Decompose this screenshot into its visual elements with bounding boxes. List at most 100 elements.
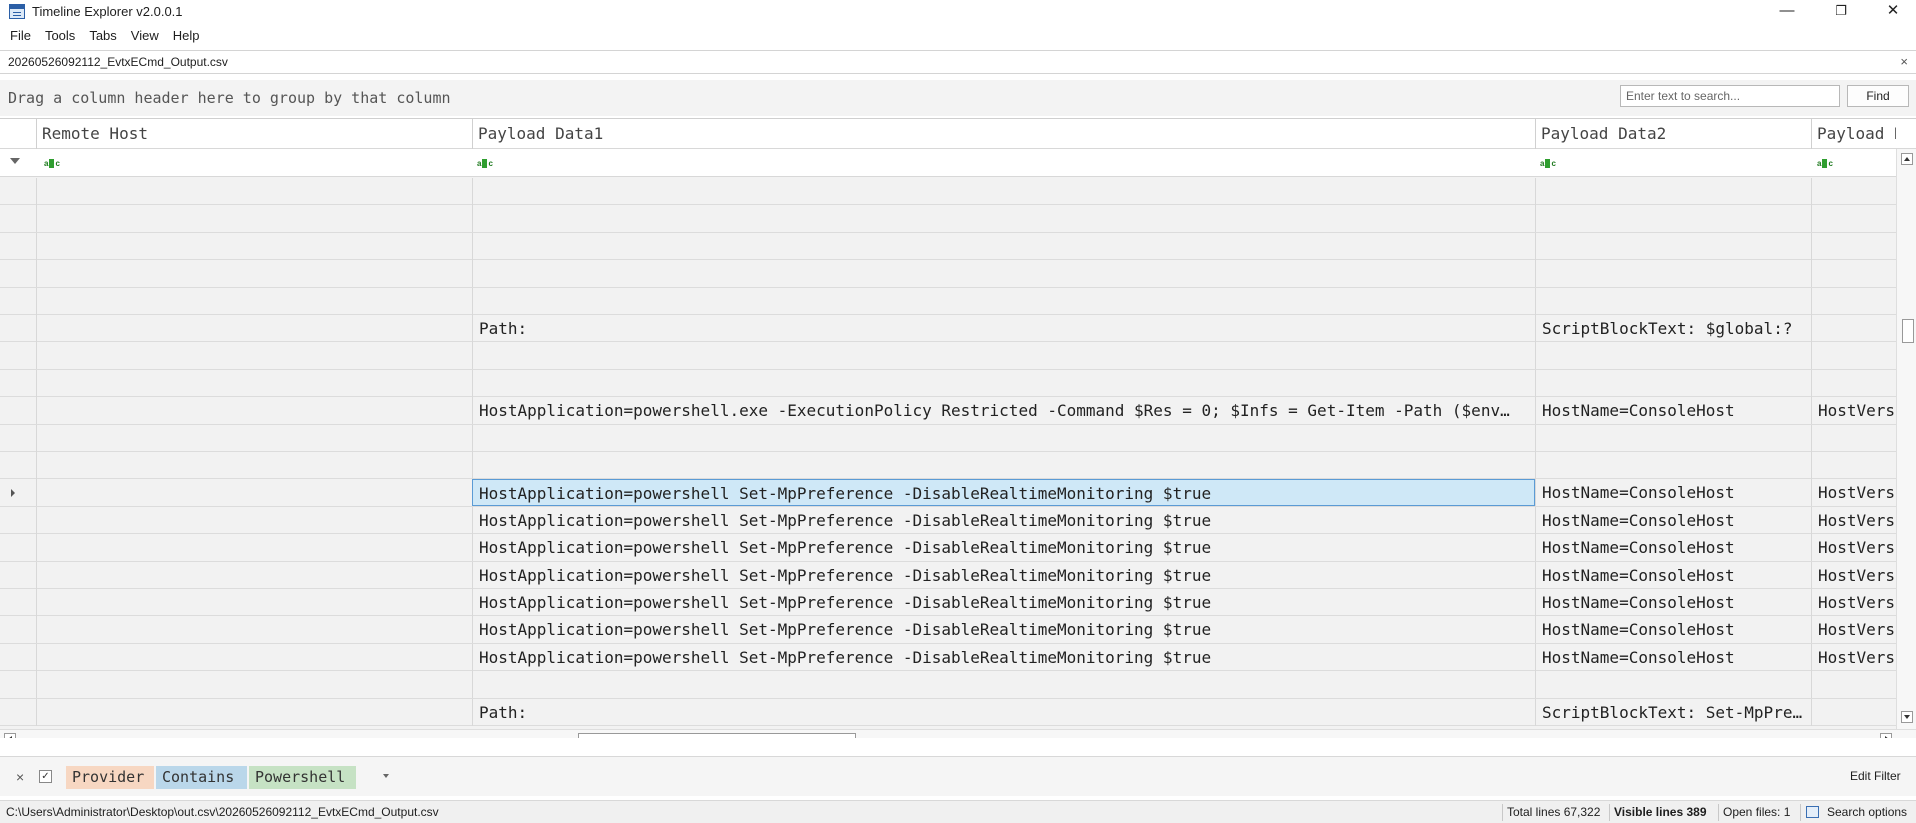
menu-help[interactable]: Help xyxy=(166,24,207,48)
table-row[interactable]: HostApplication=powershell Set-MpPrefere… xyxy=(0,534,1896,562)
abc-filter-icon[interactable]: ac xyxy=(44,158,62,169)
cell-payload-data1[interactable]: Path: xyxy=(472,315,1535,342)
file-tab-close-icon[interactable]: × xyxy=(1900,54,1908,69)
data-grid[interactable]: Remote Host Payload Data1 Payload Data2 … xyxy=(0,118,1916,738)
menu-view[interactable]: View xyxy=(124,24,166,48)
edit-filter-link[interactable]: Edit Filter xyxy=(1850,769,1901,783)
cell-payload-data1[interactable]: HostApplication=powershell.exe -Executio… xyxy=(472,397,1535,425)
table-row[interactable] xyxy=(0,452,1896,480)
search-options-icon[interactable] xyxy=(1806,806,1819,818)
filter-value-chip[interactable]: Powershell xyxy=(249,766,356,789)
row-indicator[interactable] xyxy=(0,342,30,369)
cell-payload-data3[interactable]: HostVers: xyxy=(1811,643,1896,671)
cell-payload-data3[interactable]: HostVers: xyxy=(1811,589,1896,616)
cell-remote-host[interactable] xyxy=(36,232,472,260)
scroll-right-icon[interactable] xyxy=(1880,733,1892,738)
cell-remote-host[interactable] xyxy=(36,342,472,370)
clear-filter-icon[interactable]: × xyxy=(16,769,24,785)
cell-payload-data3[interactable] xyxy=(1811,452,1896,479)
table-row[interactable]: HostApplication=powershell Set-MpPrefere… xyxy=(0,616,1896,644)
cell-payload-data3[interactable] xyxy=(1811,315,1896,342)
column-header-remote-host[interactable]: Remote Host xyxy=(36,119,472,149)
table-row[interactable]: Path: ScriptBlockText: $global:? xyxy=(0,315,1896,343)
cell-remote-host[interactable] xyxy=(36,561,472,589)
table-row[interactable] xyxy=(0,287,1896,315)
table-row[interactable]: HostApplication=powershell Set-MpPrefere… xyxy=(0,561,1896,589)
cell-remote-host[interactable] xyxy=(36,287,472,315)
row-indicator[interactable] xyxy=(0,507,30,534)
cell-payload-data1[interactable] xyxy=(472,342,1535,370)
abc-filter-icon[interactable]: ac xyxy=(1540,158,1558,169)
find-button[interactable]: Find xyxy=(1847,85,1909,107)
cell-remote-host[interactable] xyxy=(36,315,472,342)
cell-payload-data2[interactable]: HostName=ConsoleHost xyxy=(1535,561,1811,589)
row-indicator[interactable] xyxy=(0,315,30,342)
cell-payload-data2[interactable] xyxy=(1535,369,1811,397)
row-indicator[interactable] xyxy=(0,425,30,452)
cell-payload-data2[interactable]: ScriptBlockText: $global:? xyxy=(1535,315,1811,342)
cell-payload-data3[interactable] xyxy=(1811,424,1896,452)
abc-filter-icon[interactable]: ac xyxy=(477,158,495,169)
cell-payload-data1[interactable] xyxy=(472,178,1535,205)
table-row[interactable]: Path: ScriptBlockText: Set-MpPre… xyxy=(0,698,1896,726)
cell-payload-data3[interactable] xyxy=(1811,232,1896,260)
cell-payload-data1[interactable] xyxy=(472,232,1535,260)
horizontal-scrollbar[interactable] xyxy=(0,729,1916,738)
table-row[interactable]: HostApplication=powershell Set-MpPrefere… xyxy=(0,589,1896,617)
menu-tools[interactable]: Tools xyxy=(38,24,82,48)
cell-remote-host[interactable] xyxy=(36,205,472,233)
cell-remote-host[interactable] xyxy=(36,369,472,397)
cell-payload-data3[interactable] xyxy=(1811,369,1896,397)
cell-remote-host[interactable] xyxy=(36,260,472,288)
cell-payload-data1[interactable]: HostApplication=powershell Set-MpPrefere… xyxy=(472,561,1535,589)
cell-payload-data2[interactable]: HostName=ConsoleHost xyxy=(1535,643,1811,671)
table-row[interactable]: HostApplication=powershell Set-MpPrefere… xyxy=(0,643,1896,672)
search-options-button[interactable]: Search options xyxy=(1827,805,1907,819)
cell-payload-data1[interactable] xyxy=(472,205,1535,233)
cell-payload-data2[interactable] xyxy=(1535,452,1811,479)
cell-payload-data2[interactable]: HostName=ConsoleHost xyxy=(1535,589,1811,616)
row-indicator[interactable] xyxy=(0,288,30,315)
cell-remote-host[interactable] xyxy=(36,178,472,205)
table-row[interactable] xyxy=(0,232,1896,261)
cell-payload-data2[interactable] xyxy=(1535,205,1811,233)
cell-payload-data3[interactable] xyxy=(1811,178,1896,205)
row-indicator[interactable] xyxy=(0,205,30,232)
cell-remote-host[interactable] xyxy=(36,698,472,726)
cell-payload-data3[interactable]: HostVers: xyxy=(1811,479,1896,507)
vertical-scroll-thumb[interactable] xyxy=(1902,319,1914,343)
row-indicator[interactable] xyxy=(0,233,30,260)
table-row[interactable] xyxy=(0,369,1896,398)
menu-file[interactable]: File xyxy=(3,24,38,48)
minimize-button[interactable]: — xyxy=(1764,0,1810,24)
column-header-payload-data2[interactable]: Payload Data2 xyxy=(1535,119,1811,149)
cell-payload-data2[interactable] xyxy=(1535,260,1811,288)
cell-payload-data2[interactable] xyxy=(1535,287,1811,315)
column-header-payload-data1[interactable]: Payload Data1 xyxy=(472,119,1535,149)
scroll-left-icon[interactable] xyxy=(4,733,16,738)
cell-payload-data2[interactable] xyxy=(1535,671,1811,699)
cell-payload-data3[interactable] xyxy=(1811,342,1896,370)
table-row[interactable]: HostApplication=powershell Set-MpPrefere… xyxy=(0,479,1896,507)
cell-payload-data2[interactable] xyxy=(1535,178,1811,205)
cell-payload-data1[interactable] xyxy=(472,671,1535,699)
row-indicator[interactable] xyxy=(0,370,30,397)
cell-payload-data3[interactable] xyxy=(1811,287,1896,315)
cell-payload-data1[interactable]: HostApplication=powershell Set-MpPrefere… xyxy=(472,479,1535,507)
cell-payload-data2[interactable]: HostName=ConsoleHost xyxy=(1535,397,1811,425)
abc-filter-icon[interactable]: ac xyxy=(1817,158,1835,169)
cell-payload-data1[interactable]: HostApplication=powershell Set-MpPrefere… xyxy=(472,506,1535,534)
cell-payload-data2[interactable]: HostName=ConsoleHost xyxy=(1535,479,1811,507)
cell-payload-data1[interactable] xyxy=(472,452,1535,479)
table-row[interactable] xyxy=(0,178,1896,206)
cell-payload-data1[interactable] xyxy=(472,369,1535,397)
cell-payload-data1[interactable] xyxy=(472,260,1535,288)
filter-icon[interactable] xyxy=(10,158,20,164)
row-indicator[interactable] xyxy=(0,479,30,506)
table-row[interactable]: HostApplication=powershell.exe -Executio… xyxy=(0,397,1896,425)
cell-payload-data3[interactable] xyxy=(1811,698,1896,726)
cell-payload-data3[interactable]: HostVers: xyxy=(1811,397,1896,425)
table-row[interactable] xyxy=(0,342,1896,370)
filter-field-chip[interactable]: Provider xyxy=(66,766,154,789)
cell-payload-data2[interactable]: HostName=ConsoleHost xyxy=(1535,616,1811,644)
